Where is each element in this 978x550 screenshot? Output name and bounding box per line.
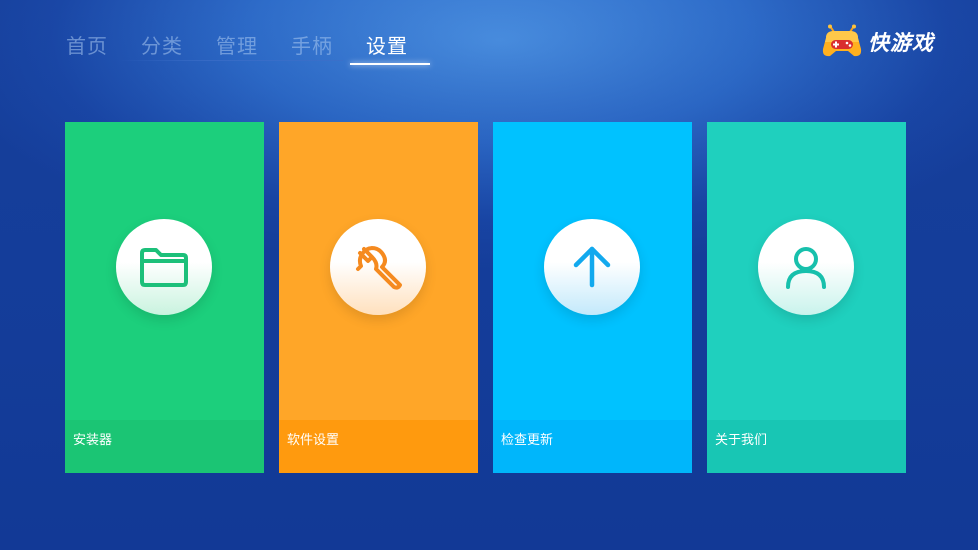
tab-manage[interactable]: 管理: [206, 26, 268, 64]
tile-check-update[interactable]: 检查更新: [493, 122, 692, 473]
arrow-up-icon: [573, 246, 611, 288]
icon-circle: [330, 219, 426, 315]
folder-icon: [140, 248, 188, 287]
tile-label: 关于我们: [715, 433, 768, 448]
tab-categories[interactable]: 分类: [131, 26, 193, 64]
user-icon: [786, 247, 826, 289]
tile-installer[interactable]: 安装器: [65, 122, 264, 473]
logo-text: 快游戏: [868, 31, 934, 55]
tile-label: 安装器: [73, 433, 113, 448]
icon-circle: [544, 219, 640, 315]
wrench-icon: [356, 246, 402, 290]
tab-settings[interactable]: 设置: [350, 26, 430, 65]
icon-circle: [758, 219, 854, 315]
tile-label: 检查更新: [501, 433, 554, 448]
tab-gamepad[interactable]: 手柄: [281, 26, 343, 64]
tile-label: 软件设置: [287, 433, 340, 448]
tile-software-settings[interactable]: 软件设置: [279, 122, 478, 473]
gamepad-mascot-icon: [822, 24, 862, 57]
app-logo: 快游戏: [820, 24, 934, 60]
nav-divider: [118, 60, 343, 61]
icon-circle: [116, 219, 212, 315]
top-nav: 首页 分类 管理 手柄 设置: [56, 26, 430, 65]
tab-home[interactable]: 首页: [56, 26, 118, 64]
tile-about-us[interactable]: 关于我们: [707, 122, 906, 473]
